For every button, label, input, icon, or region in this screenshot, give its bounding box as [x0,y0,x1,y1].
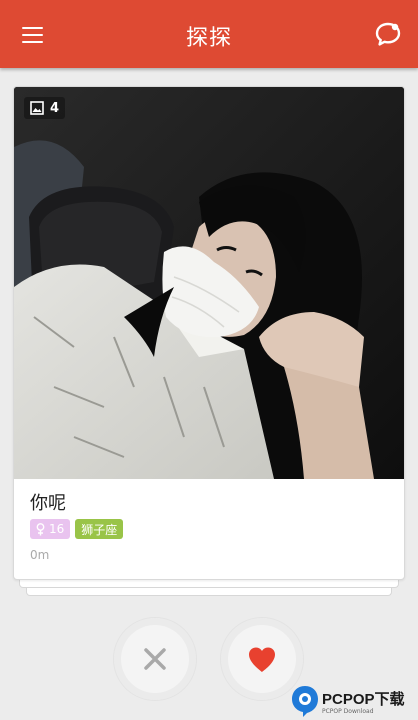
chat-button[interactable] [372,18,404,50]
watermark-text: PCPOP下载 [322,691,405,708]
app-header: 探探 [0,0,418,68]
watermark-logo: PCPOP下载 PCPOP Download [288,680,418,720]
close-x-icon [144,648,166,670]
photo-count-badge: 4 [24,97,66,119]
card-stack-edge [19,580,399,588]
watermark-subtext: PCPOP Download [322,708,374,715]
distance-label: 0m [30,548,50,562]
photo-count: 4 [50,100,60,116]
profile-card[interactable]: 4 你呢 16 狮子座 0m [13,86,405,580]
profile-name: 你呢 [30,493,66,514]
zodiac-tag: 狮子座 [75,519,124,539]
pcpop-logo-icon [292,686,318,717]
profile-photo-image [14,87,404,479]
heart-icon [249,647,275,672]
profile-photo[interactable]: 4 [14,87,404,479]
female-icon [36,522,45,535]
card-stack-edge [26,588,392,596]
profile-tags: 16 狮子座 [30,519,124,539]
page-title: 探探 [185,26,232,51]
image-icon [30,101,44,115]
age-tag: 16 [30,519,71,539]
age-value: 16 [49,522,65,536]
chat-bubble-icon [375,22,401,46]
dislike-button[interactable] [113,617,197,701]
